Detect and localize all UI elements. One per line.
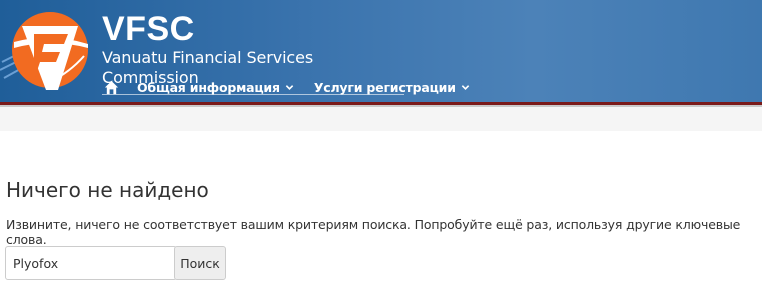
vfsc-logo[interactable] [0,2,96,98]
nav-item-general-info[interactable]: Общая информация [137,80,294,95]
site-header: VFSC Vanuatu Financial Services Commissi… [0,0,762,102]
page-title: Ничего не найдено [6,178,209,202]
nav-item-label: Общая информация [137,80,280,95]
home-icon[interactable] [104,80,119,95]
chevron-down-icon [461,85,469,90]
search-input[interactable] [5,246,177,280]
breadcrumb-band [0,107,762,131]
brand-name[interactable]: VFSC [102,10,404,48]
no-results-message: Извините, ничего не соответствует вашим … [6,217,741,247]
search-button[interactable]: Поиск [174,246,226,280]
chevron-down-icon [285,85,294,90]
nav-item-label: Услуги регистрации [313,80,456,95]
nav-item-registration-services[interactable]: Услуги регистрации [314,80,470,95]
main-nav: Общая информация Услуги регистрации [104,80,490,95]
